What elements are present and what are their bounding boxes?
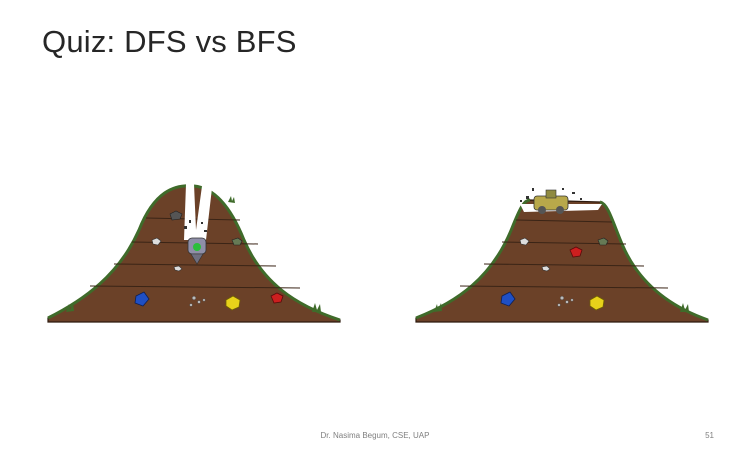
dirt-hill — [415, 199, 709, 323]
bulldozer-icon — [533, 189, 569, 214]
slide: Quiz: DFS vs BFS Dr. Nasima Begum, CSE, … — [0, 0, 750, 452]
dfs-hill-illustration — [47, 184, 341, 323]
slide-title: Quiz: DFS vs BFS — [42, 24, 297, 59]
page-number: 51 — [705, 431, 714, 440]
bfs-scene — [412, 170, 712, 330]
grass-tuft-icon — [312, 303, 321, 312]
grass-tuft-icon — [228, 196, 235, 203]
dfs-scene — [44, 170, 344, 330]
bfs-hill-illustration — [415, 188, 709, 323]
footer-text: Dr. Nasima Begum, CSE, UAP — [320, 431, 430, 440]
